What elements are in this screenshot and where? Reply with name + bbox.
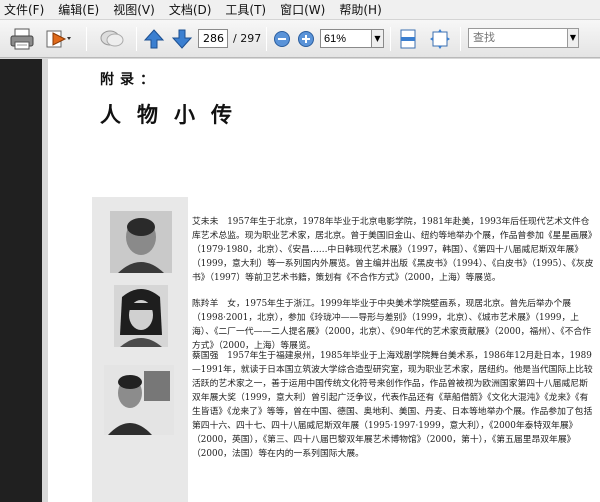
toolbar: / 297 ▼ ▼ [0,20,600,58]
portrait-photo [110,211,172,273]
menu-view[interactable]: 视图(V) [113,1,155,18]
menu-tools[interactable]: 工具(T) [225,1,266,18]
photo-strip [92,197,188,502]
zoom-in-icon [298,31,314,47]
search-input[interactable] [468,28,568,48]
page-title: 人物小传 [100,102,248,127]
navigation-pane[interactable] [0,59,42,502]
zoom-out-icon [274,31,290,47]
menu-edit[interactable]: 编辑(E) [58,1,99,18]
send-button[interactable] [42,25,74,53]
zoom-input[interactable] [320,29,372,48]
fit-width-icon [430,29,450,49]
zoom-dropdown-button[interactable]: ▼ [372,29,384,48]
appendix-heading: 附录： [100,72,160,88]
send-icon [46,30,71,48]
fit-page-button[interactable] [396,25,420,53]
bio-text: 艾未未 1957年生于北京，1978年毕业于北京电影学院，1981年赴美，199… [192,217,594,283]
fit-width-button[interactable] [428,25,452,53]
arrow-down-icon [171,29,193,49]
printer-icon [10,28,34,50]
menu-help[interactable]: 帮助(H) [339,1,381,18]
page-total: / 297 [233,32,262,45]
page-number-input[interactable] [198,29,228,48]
fit-page-icon [400,29,416,49]
document-page: 附录： 人物小传 艾未未 1957年生于北京，1978年毕业于北京电影学院，19… [48,59,600,502]
zoom-out-button[interactable] [272,25,292,53]
comment-button[interactable] [96,25,128,53]
comment-icon [100,30,124,47]
chevron-down-icon: ▼ [569,33,577,42]
search-dropdown-button[interactable]: ▼ [568,28,579,48]
chevron-down-icon: ▼ [374,34,381,43]
menu-document[interactable]: 文档(D) [169,1,212,18]
next-page-button[interactable] [170,25,194,53]
portrait-photo [104,365,174,435]
menu-bar: 文件(F) 编辑(E) 视图(V) 文档(D) 工具(T) 窗口(W) 帮助(H… [0,0,600,20]
bio-entry: 陈羚羊 女，1975年生于浙江。1999年毕业于中央美术学院壁画系，现居北京。曾… [192,297,594,353]
bio-text: 陈羚羊 女，1975年生于浙江。1999年毕业于中央美术学院壁画系，现居北京。曾… [192,299,592,351]
bio-entry: 蔡国强 1957年生于福建泉州，1985年毕业于上海戏剧学院舞台美术系，1986… [192,349,594,461]
menu-file[interactable]: 文件(F) [4,1,44,18]
print-button[interactable] [8,25,36,53]
portrait-photo [114,285,168,347]
bio-entry: 艾未未 1957年生于北京，1978年毕业于北京电影学院，1981年赴美，199… [192,215,594,285]
previous-page-button[interactable] [142,25,166,53]
bio-text: 蔡国强 1957年生于福建泉州，1985年毕业于上海戏剧学院舞台美术系，1986… [192,351,593,459]
arrow-up-icon [143,29,165,49]
zoom-in-button[interactable] [296,25,316,53]
menu-window[interactable]: 窗口(W) [280,1,325,18]
